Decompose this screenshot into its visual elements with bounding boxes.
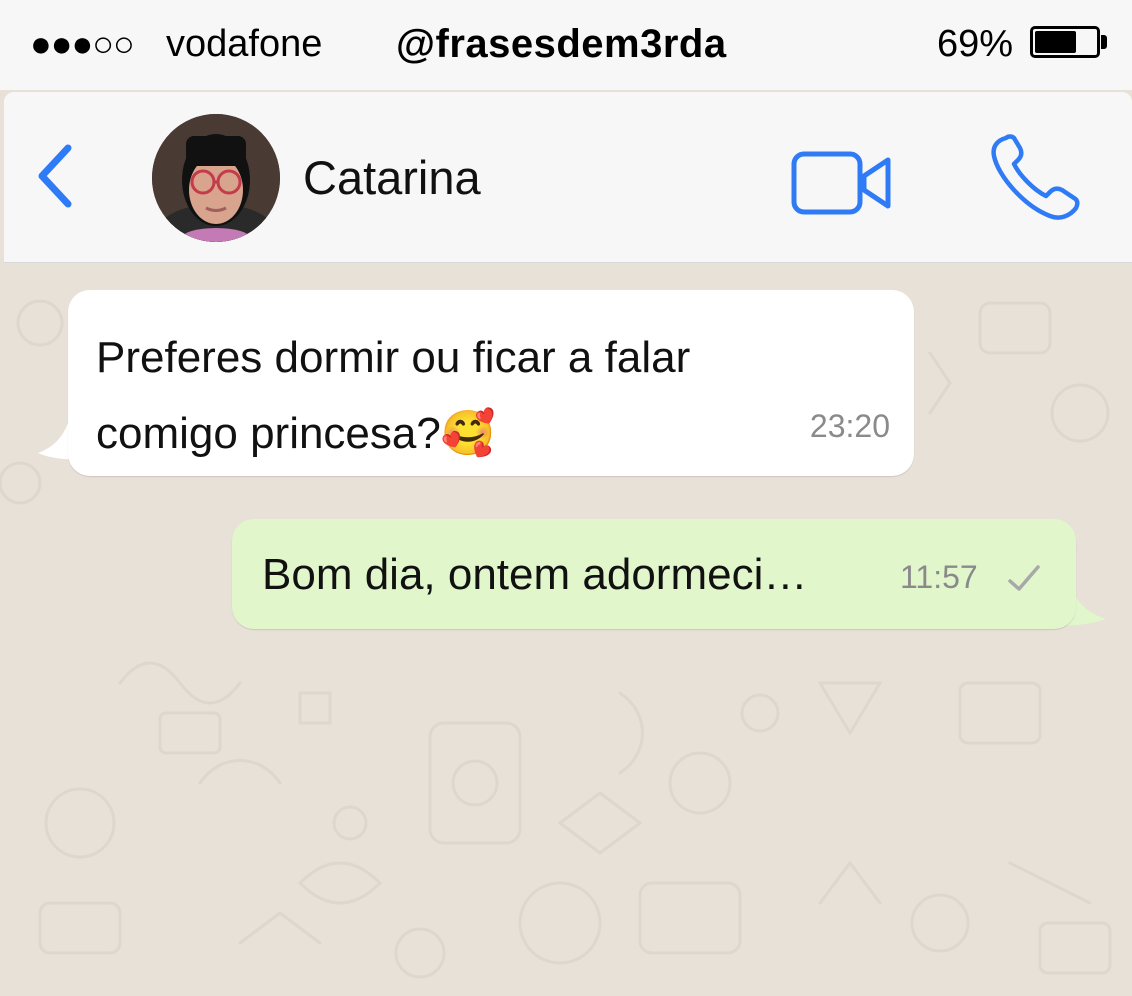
incoming-message-bubble[interactable]: Preferes dormir ou ficar a falar comigo … (68, 290, 914, 476)
back-button[interactable] (30, 140, 84, 212)
outgoing-message-bubble[interactable]: Bom dia, ontem adormeci… 11:57 (232, 519, 1076, 629)
message-text: Bom dia, ontem adormeci… (262, 550, 808, 599)
message-text: Preferes dormir ou ficar a falar comigo … (96, 333, 691, 458)
battery-icon (1030, 26, 1100, 58)
video-call-button[interactable] (790, 150, 894, 216)
voice-call-button[interactable] (988, 132, 1084, 222)
carrier-name: vodafone (166, 23, 323, 65)
battery-tip (1101, 35, 1107, 49)
message-timestamp: 11:57 (900, 559, 978, 595)
chevron-left-icon (38, 144, 72, 208)
single-check-icon (1008, 565, 1040, 591)
message-timestamp: 23:20 (809, 408, 890, 444)
battery-percentage: 69% (937, 23, 1014, 65)
status-bar: ●●●○○ vodafone @frasesdem3rda 69% (0, 0, 1132, 90)
signal-strength-indicator: ●●●○○ (30, 23, 135, 64)
battery-level-fill (1035, 31, 1076, 53)
watermark-handle: @frasesdem3rda (396, 22, 727, 66)
video-camera-icon (791, 151, 891, 215)
avatar[interactable] (152, 114, 280, 242)
chat-messages-area[interactable]: Preferes dormir ou ficar a falar comigo … (0, 263, 1132, 996)
chat-header: Catarina (4, 92, 1132, 263)
phone-icon (991, 134, 1080, 220)
whatsapp-chat-screen: ●●●○○ vodafone @frasesdem3rda 69% Catari… (0, 0, 1132, 996)
contact-name[interactable]: Catarina (303, 150, 481, 206)
contact-photo (152, 114, 280, 242)
